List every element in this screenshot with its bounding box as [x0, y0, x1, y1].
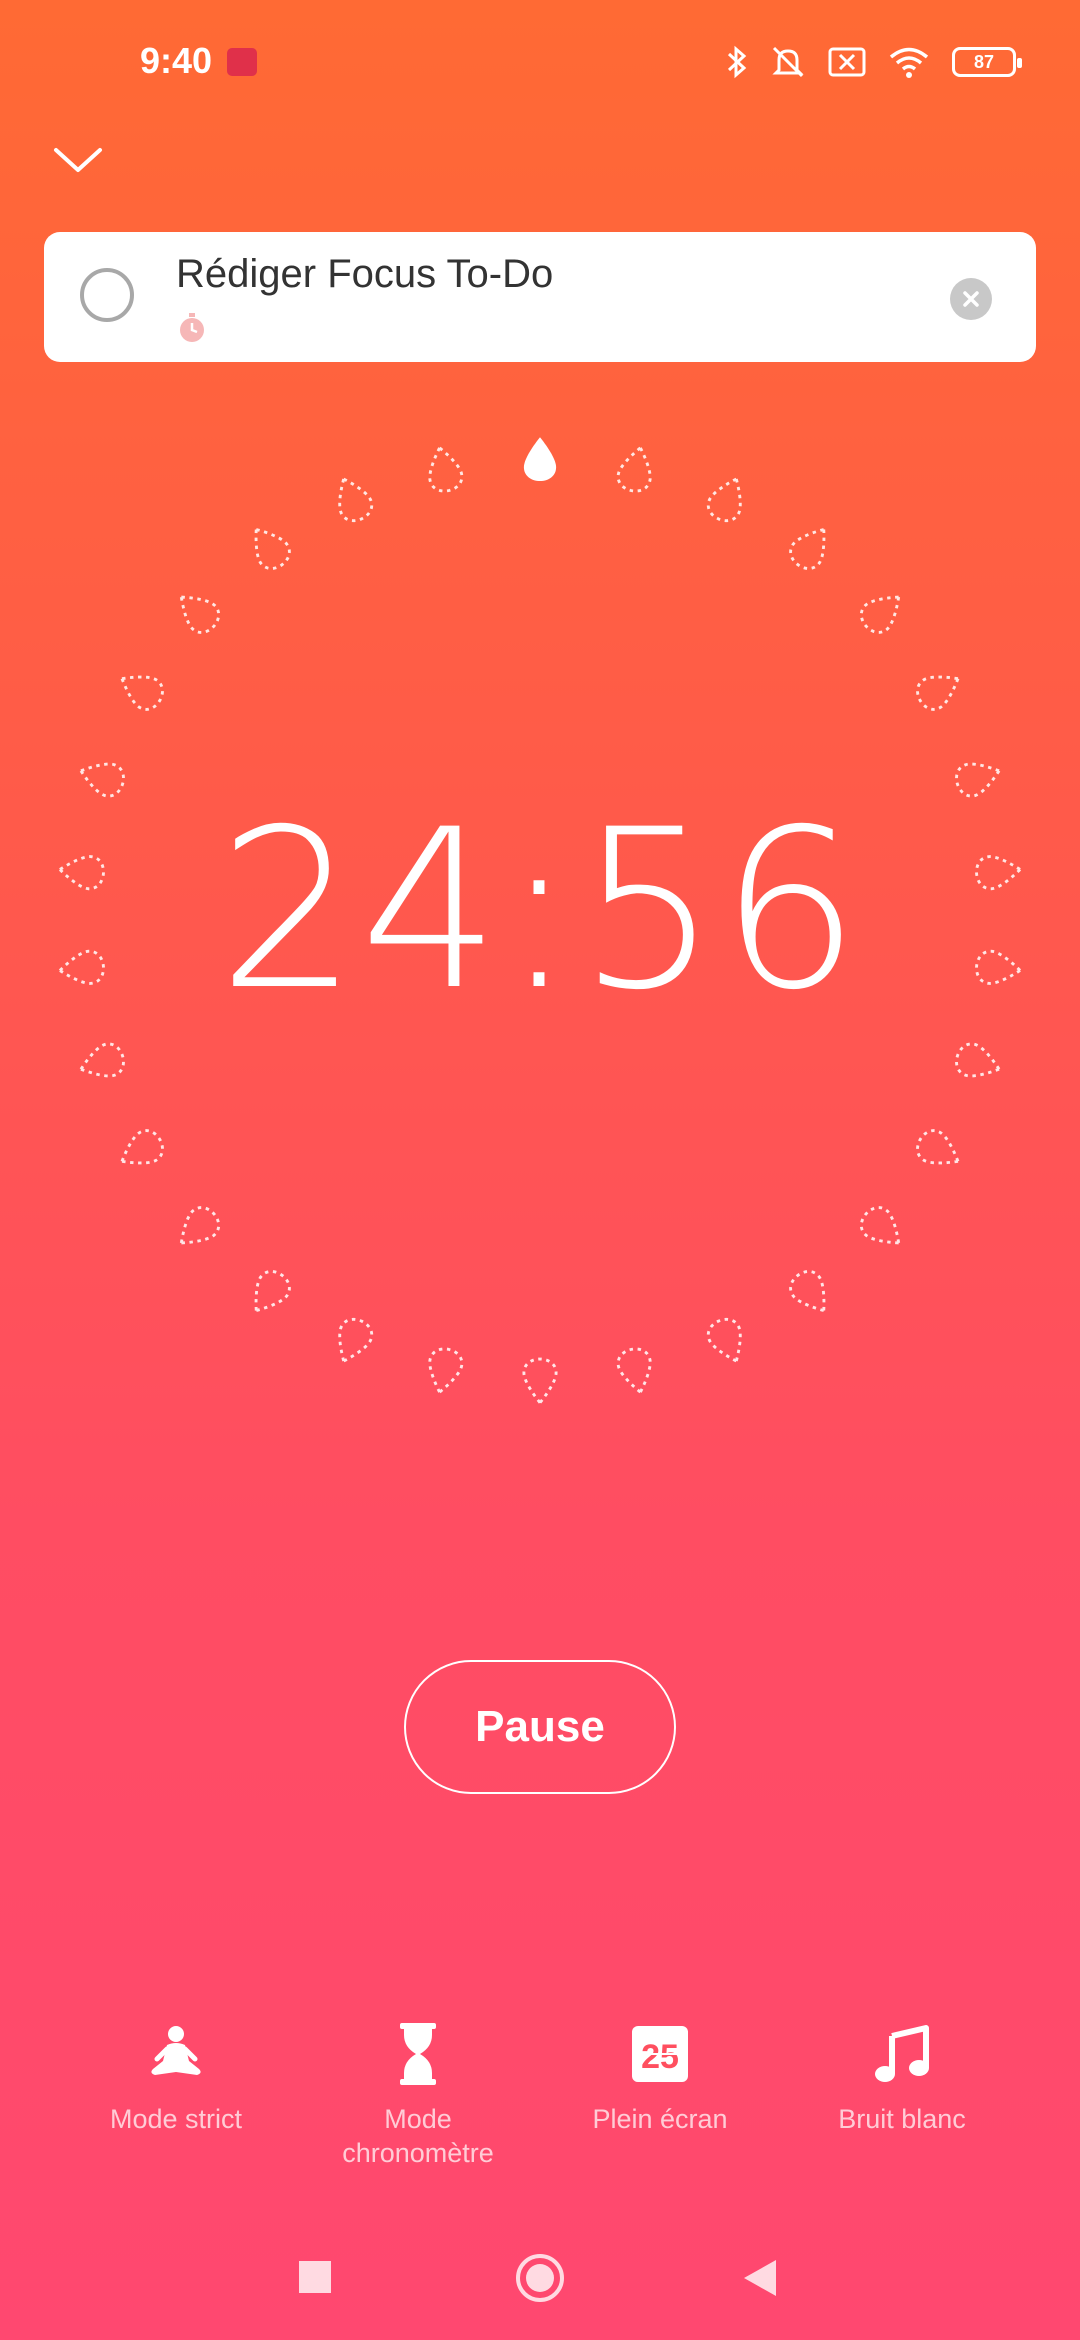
progress-mark-empty	[179, 1206, 221, 1245]
task-complete-checkbox[interactable]	[80, 268, 134, 322]
pause-button[interactable]: Pause	[404, 1660, 676, 1794]
task-title: Rédiger Focus To-Do	[176, 252, 554, 296]
home-button[interactable]	[514, 2252, 566, 2309]
progress-mark-empty	[616, 1347, 652, 1395]
stopwatch-mode-button[interactable]: Mode chronomètre	[297, 2020, 539, 2170]
progress-mark-empty	[706, 1317, 742, 1364]
battery-level: 87	[973, 51, 995, 72]
progress-mark-empty	[955, 1042, 1002, 1078]
progress-mark-empty	[119, 1129, 164, 1165]
progress-mark-empty	[859, 1206, 901, 1245]
strict-mode-label: Mode strict	[109, 2104, 243, 2134]
silent-icon	[772, 46, 804, 78]
task-card: Rédiger Focus To-Do	[44, 232, 1036, 362]
bottom-toolbar: Mode strict Mode chronomètre 25 Plein éc…	[0, 2020, 1080, 2200]
status-bar: 9:40 87	[0, 0, 1080, 120]
progress-mark-empty	[179, 595, 221, 634]
progress-mark-empty	[916, 675, 961, 711]
chevron-down-icon	[54, 148, 102, 172]
stopwatch-mode-label: Mode chronomètre	[342, 2104, 494, 2168]
progress-mark-empty	[78, 762, 125, 798]
wifi-icon	[889, 47, 929, 78]
home-circle-icon	[516, 2254, 564, 2302]
calendar-25-icon: 25	[632, 2026, 688, 2082]
timer-icon	[180, 313, 204, 342]
progress-mark-empty	[955, 762, 1002, 798]
progress-mark-empty	[706, 476, 742, 523]
status-icons: 87	[726, 40, 1022, 84]
hourglass-icon	[400, 2023, 436, 2085]
bluetooth-icon	[727, 45, 747, 79]
collapse-button[interactable]	[50, 140, 110, 190]
status-time: 9:40	[140, 40, 213, 81]
progress-mark-empty	[859, 595, 901, 634]
system-nav-bar	[0, 2240, 1080, 2340]
progress-mark-empty	[254, 527, 291, 570]
progress-mark-empty	[78, 1042, 125, 1078]
progress-mark-empty	[338, 476, 374, 523]
progress-mark-empty	[789, 1270, 826, 1313]
battery-icon: 87	[952, 47, 1022, 77]
svg-text:25: 25	[641, 2038, 679, 2076]
progress-mark-empty	[916, 1129, 961, 1165]
progress-mark-filled	[523, 437, 557, 481]
progress-mark-empty	[119, 675, 164, 711]
app-notification-icon	[227, 48, 257, 76]
countdown-timer: 24:56	[217, 782, 862, 1038]
progress-mark-empty	[338, 1317, 374, 1364]
white-noise-label: Bruit blanc	[838, 2104, 966, 2134]
no-sim-icon	[828, 47, 866, 77]
progress-mark-empty	[616, 445, 652, 493]
back-triangle-icon	[744, 2260, 776, 2296]
remove-task-button[interactable]	[950, 278, 992, 320]
recent-apps-button[interactable]	[298, 2260, 332, 2299]
fullscreen-button[interactable]: 25 Plein écran	[539, 2020, 781, 2136]
progress-mark-empty	[789, 527, 826, 570]
progress-mark-empty	[254, 1270, 291, 1313]
white-noise-button[interactable]: Bruit blanc	[781, 2020, 1023, 2136]
music-note-icon	[875, 2025, 929, 2082]
progress-mark-empty	[428, 445, 464, 493]
square-icon	[299, 2261, 331, 2293]
strict-mode-button[interactable]: Mode strict	[55, 2020, 297, 2136]
progress-mark-empty	[428, 1347, 464, 1395]
fullscreen-label: Plein écran	[592, 2104, 728, 2134]
back-button[interactable]	[742, 2258, 778, 2303]
progress-mark-empty	[522, 1357, 558, 1406]
meditation-icon	[151, 2026, 201, 2075]
close-icon	[963, 291, 979, 307]
